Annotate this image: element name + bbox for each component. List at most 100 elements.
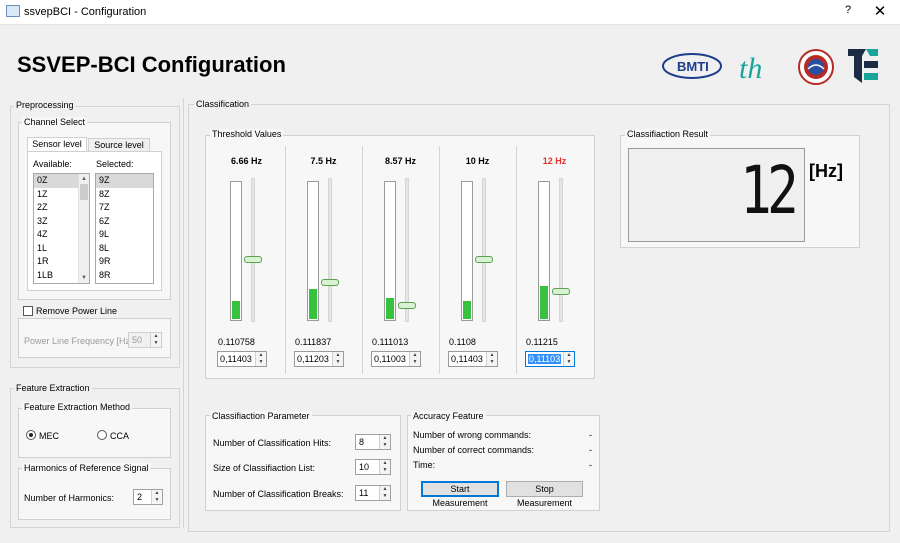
- classification-parameter-label: Classifiaction Parameter: [210, 411, 312, 421]
- harmonics-label: Harmonics of Reference Signal: [22, 463, 151, 473]
- threshold-slider-handle[interactable]: [552, 288, 570, 295]
- threshold-value: 0,11203: [297, 354, 329, 364]
- threshold-value: 0,11403: [451, 354, 483, 364]
- threshold-slider-track[interactable]: [328, 178, 332, 322]
- power-level-bar: [461, 181, 473, 321]
- threshold-channel: 8.57 Hz 0.111013 0,11003 ▲ ▼: [362, 146, 439, 374]
- power-line-frequency-spinbox[interactable]: 50 ▲ ▼: [128, 332, 162, 348]
- number-of-harmonics-label: Number of Harmonics:: [24, 493, 115, 503]
- available-channel-list[interactable]: 0Z 1Z 2Z 3Z 4Z 1L 1R 1LB ▲ ▼: [33, 173, 90, 284]
- threshold-slider-track[interactable]: [251, 178, 255, 322]
- list-item[interactable]: 8Z: [96, 188, 153, 202]
- start-measurement-button[interactable]: Start Measurement: [421, 481, 499, 508]
- threshold-slider-track[interactable]: [405, 178, 409, 322]
- threshold-channel: 10 Hz 0.1108 0,11403 ▲ ▼: [439, 146, 516, 374]
- help-button[interactable]: ?: [838, 4, 858, 20]
- frequency-label: 6.66 Hz: [230, 156, 263, 166]
- threshold-slider-handle[interactable]: [244, 256, 262, 263]
- window-title: ssvepBCI - Configuration: [24, 6, 147, 18]
- threshold-channel: 6.66 Hz 0.110758 0,11403 ▲ ▼: [208, 146, 285, 374]
- threshold-values-label: Threshold Values: [210, 129, 284, 139]
- mec-label: MEC: [39, 431, 59, 441]
- threshold-spinbox[interactable]: 0,11203 ▲ ▼: [294, 351, 344, 367]
- available-label: Available:: [33, 159, 72, 169]
- scroll-down-arrow-icon[interactable]: ▼: [79, 273, 89, 283]
- spin-arrows[interactable]: ▲ ▼: [409, 352, 420, 366]
- selected-channel-list[interactable]: 9Z 8Z 7Z 6Z 9L 8L 9R 8R: [95, 173, 154, 284]
- power-level-bar: [538, 181, 550, 321]
- list-item[interactable]: 7Z: [96, 201, 153, 215]
- cca-radio[interactable]: [97, 430, 107, 440]
- spin-arrows[interactable]: ▲ ▼: [379, 460, 390, 474]
- bmti-logo: BMTI: [662, 52, 722, 80]
- te-logo: [846, 47, 880, 85]
- power-value: 0.110758: [218, 337, 255, 347]
- threshold-slider-handle[interactable]: [321, 279, 339, 286]
- number-of-harmonics-spinbox[interactable]: 2 ▲ ▼: [133, 489, 163, 505]
- scroll-thumb[interactable]: [80, 184, 88, 200]
- tab-sensor-level[interactable]: Sensor level: [27, 137, 87, 151]
- power-line-frequency-label: Power Line Frequency [Hz]:: [24, 336, 136, 346]
- time-label: Time:: [413, 460, 436, 470]
- spin-arrows[interactable]: ▲ ▼: [332, 352, 343, 366]
- threshold-slider-track[interactable]: [482, 178, 486, 322]
- time-value: -: [589, 460, 592, 470]
- list-item[interactable]: 6Z: [96, 215, 153, 229]
- classification-label: Classification: [194, 99, 252, 109]
- svg-text:th: th: [739, 52, 762, 84]
- close-button[interactable]: ✕: [868, 2, 892, 20]
- frequency-label: 7.5 Hz: [310, 156, 337, 166]
- power-level-fill: [463, 301, 471, 319]
- threshold-spinbox[interactable]: 0,11403 ▲ ▼: [448, 351, 498, 367]
- selected-label: Selected:: [96, 159, 134, 169]
- power-level-fill: [386, 298, 394, 319]
- power-level-fill: [540, 286, 548, 319]
- feature-extraction-label: Feature Extraction: [14, 383, 92, 393]
- spin-arrows[interactable]: ▲ ▼: [379, 486, 390, 500]
- scroll-up-arrow-icon[interactable]: ▲: [79, 174, 89, 184]
- spin-arrows[interactable]: ▲ ▼: [255, 352, 266, 366]
- spin-arrows[interactable]: ▲ ▼: [563, 352, 574, 366]
- spin-arrows[interactable]: ▲ ▼: [379, 435, 390, 449]
- accuracy-feature-label: Accuracy Feature: [411, 411, 486, 421]
- classification-list-spinbox[interactable]: 10 ▲ ▼: [355, 459, 391, 475]
- remove-power-line-checkbox[interactable]: [23, 306, 33, 316]
- threshold-spinbox[interactable]: 0,11103 ▲ ▼: [525, 351, 575, 367]
- threshold-spinbox[interactable]: 0,11003 ▲ ▼: [371, 351, 421, 367]
- classification-breaks-spinbox[interactable]: 11 ▲ ▼: [355, 485, 391, 501]
- list-item[interactable]: 9L: [96, 228, 153, 242]
- spin-arrows[interactable]: ▲ ▼: [150, 333, 161, 347]
- available-list-scrollbar[interactable]: ▲ ▼: [78, 174, 89, 283]
- result-value: 12: [740, 152, 799, 229]
- mec-radio[interactable]: [26, 430, 36, 440]
- power-level-fill: [232, 301, 240, 319]
- threshold-spinbox[interactable]: 0,11403 ▲ ▼: [217, 351, 267, 367]
- title-bar: ssvepBCI - Configuration ? ✕: [0, 0, 900, 25]
- power-level-bar: [230, 181, 242, 321]
- frequency-label: 12 Hz: [542, 156, 567, 166]
- list-item[interactable]: 9R: [96, 255, 153, 269]
- power-level-bar: [307, 181, 319, 321]
- classification-breaks-label: Number of Classification Breaks:: [213, 489, 344, 499]
- page-title: SSVEP-BCI Configuration: [17, 52, 286, 77]
- frequency-label: 8.57 Hz: [384, 156, 417, 166]
- vertical-divider: [183, 98, 184, 528]
- list-item[interactable]: 8R: [96, 269, 153, 283]
- stop-measurement-button[interactable]: Stop Measurement: [506, 481, 583, 508]
- th-logo: th: [737, 48, 785, 85]
- power-value: 0.111013: [372, 337, 409, 347]
- cca-label: CCA: [110, 431, 130, 441]
- classification-hits-spinbox[interactable]: 8 ▲ ▼: [355, 434, 391, 450]
- threshold-slider-track[interactable]: [559, 178, 563, 322]
- list-item[interactable]: 8L: [96, 242, 153, 256]
- list-item[interactable]: 9Z: [96, 174, 153, 188]
- power-value: 0.111837: [295, 337, 332, 347]
- tab-source-level[interactable]: Source level: [88, 138, 150, 152]
- classification-result-label: Classifiaction Result: [625, 129, 711, 139]
- spin-arrows[interactable]: ▲ ▼: [151, 490, 162, 504]
- threshold-slider-handle[interactable]: [398, 302, 416, 309]
- threshold-slider-handle[interactable]: [475, 256, 493, 263]
- preprocessing-label: Preprocessing: [14, 100, 76, 110]
- spin-arrows[interactable]: ▲ ▼: [486, 352, 497, 366]
- result-unit: [Hz]: [809, 161, 843, 181]
